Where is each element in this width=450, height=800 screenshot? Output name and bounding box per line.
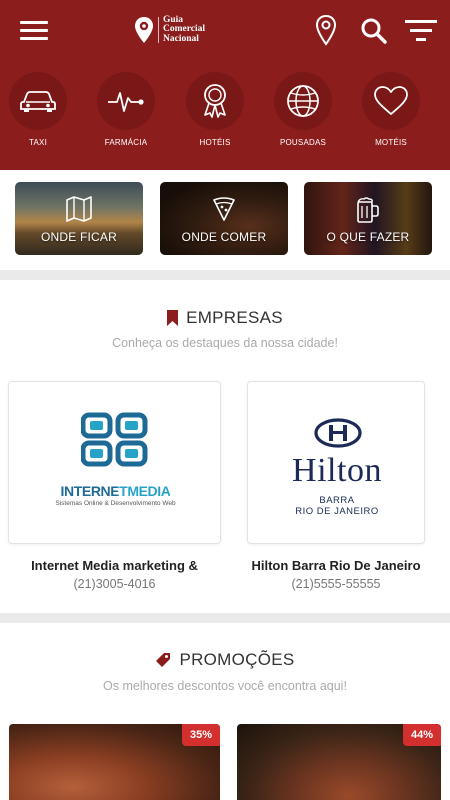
hilton-emblem-icon [314, 418, 362, 448]
discount-badge: 35% [182, 724, 220, 746]
business-phone[interactable]: (21)5555-55555 [238, 577, 434, 591]
award-icon [204, 84, 226, 118]
top-bar: Guia Comercial Nacional [0, 0, 450, 62]
pizza-slice-icon [213, 197, 235, 221]
app-logo[interactable]: Guia Comercial Nacional [134, 14, 205, 46]
onde-comer-label: ONDE COMER [181, 230, 267, 244]
bookmark-icon [167, 310, 179, 326]
map-icon [66, 196, 92, 222]
internet-media-brand: INTERNETMEDIA [23, 483, 208, 499]
section-divider [0, 270, 450, 280]
globe-icon [287, 85, 319, 117]
empresas-title: EMPRESAS [186, 308, 283, 327]
category-label: POUSADAS [279, 138, 327, 147]
hilton-line-1: BARRA [319, 495, 355, 506]
hilton-line-2: RIO DE JANEIRO [295, 506, 379, 517]
onde-ficar-label: ONDE FICAR [40, 230, 117, 244]
app-screen: Guia Comercial Nacional TAXI FARMÁCIA HO… [0, 0, 450, 800]
category-moteis-circle [362, 72, 420, 130]
category-farmacia-circle [97, 72, 155, 130]
location-pin-icon[interactable] [315, 14, 337, 46]
promocoes-subtitle: Os melhores descontos você encontra aqui… [103, 679, 347, 693]
empresas-heading: EMPRESAS [0, 308, 450, 328]
onde-ficar-card[interactable]: ONDE FICAR [15, 182, 143, 255]
category-pousadas[interactable]: POUSADAS [272, 72, 334, 150]
app-header: Guia Comercial Nacional TAXI FARMÁCIA HO… [0, 0, 450, 170]
logo-line-3: Nacional [163, 33, 199, 44]
category-label: MOTÉIS [375, 138, 407, 147]
category-taxi-circle [9, 72, 67, 130]
promo-card[interactable]: 35% [9, 724, 220, 800]
logo-text: Guia Comercial Nacional [163, 15, 205, 45]
tag-icon [156, 653, 171, 667]
logo-pin-icon [135, 17, 153, 43]
category-farmacia[interactable]: FARMÁCIA [95, 72, 157, 150]
business-name[interactable]: Internet Media marketing & [8, 558, 221, 573]
internet-media-brand-text: INTERNETMEDIA [60, 483, 171, 499]
beer-mug-icon [357, 197, 379, 223]
hilton-brand: Hilton [292, 452, 382, 489]
business-card-hilton[interactable]: Hilton BARRA RIO DE JANEIRO [247, 381, 425, 544]
logo-divider [158, 17, 159, 43]
section-divider [0, 613, 450, 623]
filter-icon[interactable] [404, 19, 438, 43]
category-taxi[interactable]: TAXI [7, 72, 69, 150]
business-phone[interactable]: (21)3005-4016 [8, 577, 221, 591]
category-bar: TAXI FARMÁCIA HOTÉIS POUSADAS MOTÉIS [0, 72, 450, 152]
pulse-icon [108, 92, 144, 112]
category-moteis[interactable]: MOTÉIS [360, 72, 422, 150]
category-pousadas-circle [274, 72, 332, 130]
heart-icon [374, 86, 408, 115]
car-icon [20, 91, 56, 112]
promocoes-heading: PROMOÇÕES [0, 650, 450, 670]
o-que-fazer-card[interactable]: O QUE FAZER [304, 182, 432, 255]
category-label: TAXI [29, 138, 47, 147]
business-name[interactable]: Hilton Barra Rio De Janeiro [238, 558, 434, 573]
menu-icon[interactable] [20, 19, 50, 43]
internet-media-logo-icon [81, 412, 148, 467]
category-label: HOTÉIS [199, 138, 231, 147]
discount-badge: 44% [403, 724, 441, 746]
category-hoteis-circle [186, 72, 244, 130]
quick-links: ONDE FICAR ONDE COMER O QUE FAZER [0, 170, 450, 270]
promo-card[interactable]: 44% [237, 724, 441, 800]
category-label: FARMÁCIA [104, 138, 148, 147]
internet-media-tagline: Sistemas Online & Desenvolvimento Web [55, 500, 176, 507]
promocoes-title: PROMOÇÕES [179, 650, 295, 669]
empresas-subtitle: Conheça os destaques da nossa cidade! [112, 336, 338, 350]
category-hoteis[interactable]: HOTÉIS [184, 72, 246, 150]
business-card-internet-media[interactable]: INTERNETMEDIA Sistemas Online & Desenvol… [8, 381, 221, 544]
onde-comer-card[interactable]: ONDE COMER [160, 182, 288, 255]
search-icon[interactable] [360, 17, 388, 45]
o-que-fazer-label: O QUE FAZER [326, 230, 410, 244]
